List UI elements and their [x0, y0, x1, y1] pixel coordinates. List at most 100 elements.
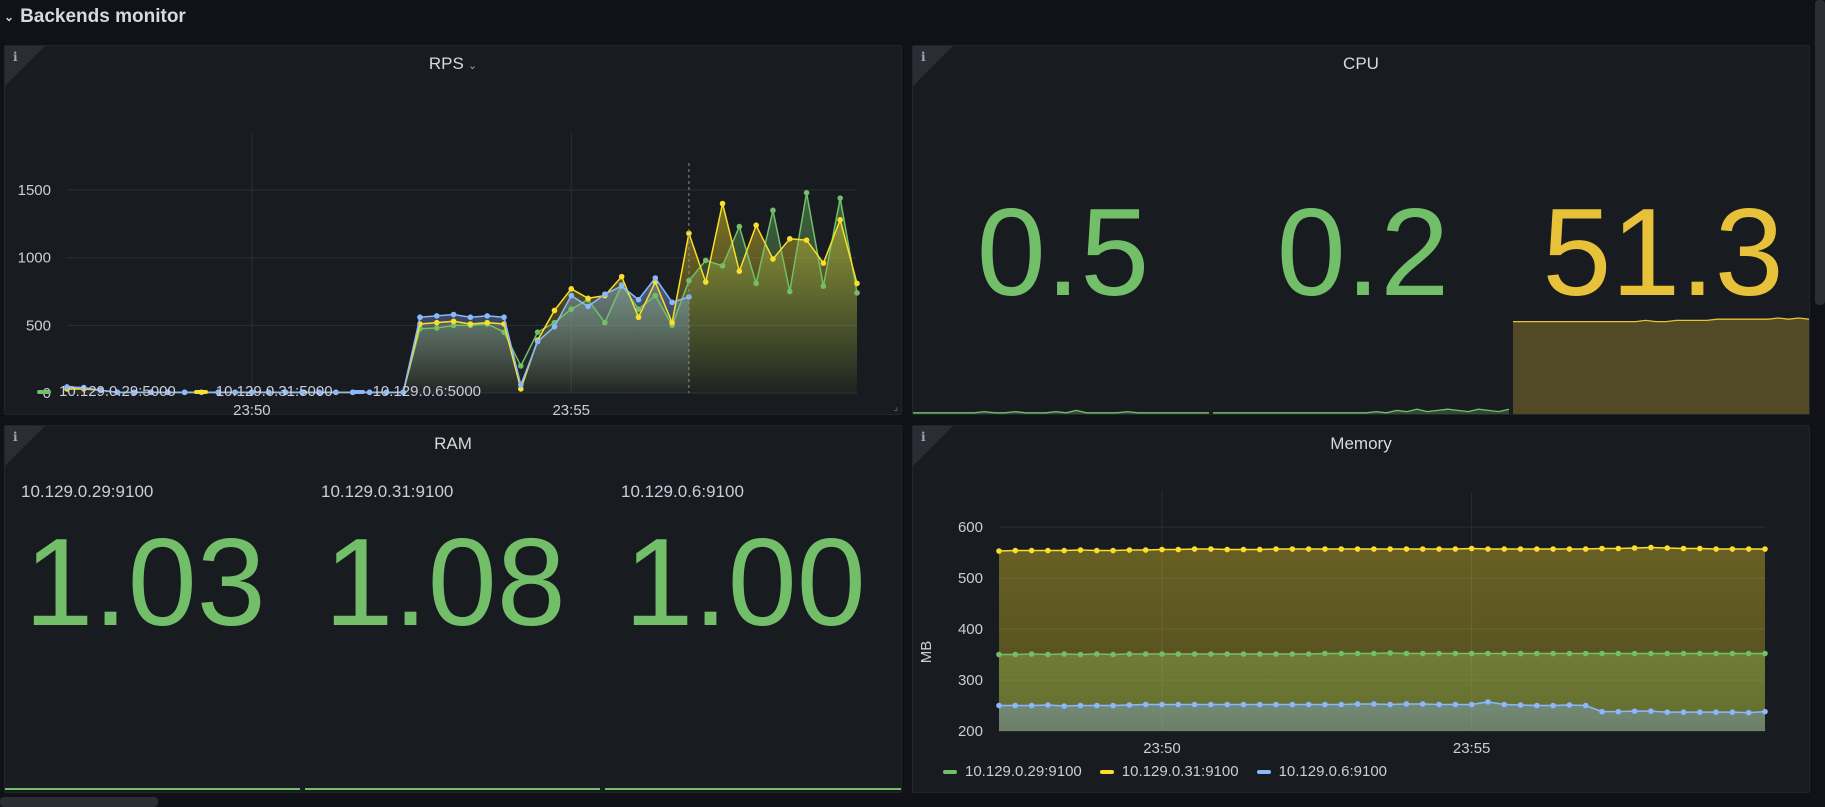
- data-point: [1664, 709, 1671, 715]
- sparkline-line: [913, 409, 1209, 414]
- panel-memory: i Memory 200 300 400 500 600 23:50 23:55 MB 10.…: [912, 425, 1810, 793]
- legend-label: 10.129.0.29:9100: [965, 763, 1082, 780]
- data-point: [1338, 546, 1345, 552]
- data-point: [719, 263, 726, 269]
- vertical-scrollbar[interactable]: [1815, 0, 1825, 305]
- panel-title-ram[interactable]: RAM: [5, 434, 901, 454]
- data-point: [1697, 709, 1703, 715]
- memory-legend: 10.129.0.29:9100 10.129.0.31:9100 10.129…: [943, 763, 1387, 780]
- data-point: [1599, 650, 1605, 657]
- legend-item[interactable]: 10.129.0.6:5000: [350, 383, 481, 400]
- data-point: [1371, 650, 1377, 657]
- data-point: [1126, 651, 1133, 657]
- data-point: [1387, 650, 1393, 656]
- data-point: [996, 702, 1002, 709]
- data-point: [484, 319, 491, 326]
- data-point: [1110, 651, 1116, 658]
- data-point: [702, 257, 709, 264]
- data-point: [1061, 651, 1067, 657]
- data-point: [1517, 650, 1524, 657]
- data-point: [568, 306, 575, 312]
- data-point: [1256, 701, 1263, 708]
- data-point: [1175, 701, 1182, 708]
- data-point: [602, 291, 608, 298]
- data-point: [652, 292, 659, 299]
- legend-item[interactable]: 10.129.0.31:5000: [193, 383, 333, 400]
- data-point: [1745, 546, 1752, 552]
- ram-stat-label: 10.129.0.6:9100: [621, 482, 744, 501]
- data-point: [1289, 546, 1296, 552]
- data-point: [1093, 651, 1100, 657]
- data-point: [1729, 709, 1736, 715]
- chevron-down-icon[interactable]: ⌄: [4, 10, 14, 24]
- data-point: [1713, 546, 1719, 552]
- data-point: [719, 200, 726, 207]
- data-point: [1436, 650, 1442, 657]
- horizontal-scrollbar[interactable]: [0, 797, 158, 807]
- legend-item[interactable]: 10.129.0.31:9100: [1099, 763, 1239, 780]
- data-point: [1713, 650, 1719, 657]
- data-point: [702, 279, 709, 285]
- data-point: [1191, 651, 1198, 657]
- data-point: [1534, 650, 1540, 657]
- data-point: [1371, 701, 1377, 707]
- data-point: [996, 548, 1002, 554]
- ram-stat-value: 1.03: [24, 514, 266, 652]
- data-point: [1208, 546, 1214, 552]
- data-point: [1697, 545, 1703, 552]
- data-point: [585, 303, 591, 310]
- data-point: [1354, 650, 1361, 657]
- data-point: [1501, 546, 1508, 552]
- data-point: [736, 268, 743, 275]
- data-point: [1256, 546, 1263, 553]
- legend-label: 10.129.0.6:9100: [1278, 763, 1387, 780]
- data-point: [820, 283, 827, 289]
- data-point: [1224, 651, 1230, 657]
- data-point: [1028, 651, 1035, 657]
- legend-item[interactable]: 10.129.0.29:5000: [37, 383, 176, 400]
- row-header-backends-monitor[interactable]: ⌄ Backends monitor: [4, 0, 186, 34]
- data-point: [1387, 546, 1393, 552]
- data-point: [1419, 650, 1426, 657]
- data-point: [1729, 650, 1736, 657]
- data-point: [1240, 651, 1247, 657]
- data-point: [1664, 545, 1671, 551]
- data-point: [1208, 701, 1214, 708]
- memory-chart[interactable]: 200 300 400 500 600 23:50 23:55 MB: [913, 468, 1809, 788]
- panel-ram: i RAM 10.129.0.29:9100 10.129.0.31:9100 …: [4, 425, 902, 793]
- data-point: [996, 651, 1002, 658]
- chevron-down-icon[interactable]: ⌄: [468, 60, 477, 72]
- data-point: [1762, 546, 1768, 552]
- data-point: [1240, 546, 1247, 553]
- resize-handle-icon[interactable]: ⌟: [893, 402, 898, 413]
- data-point: [1012, 702, 1019, 709]
- legend-item[interactable]: 10.129.0.6:9100: [1256, 763, 1387, 780]
- panel-title-cpu[interactable]: CPU: [913, 54, 1809, 74]
- data-point: [1615, 708, 1622, 715]
- cpu-value: 51.3: [1542, 184, 1784, 322]
- panel-title-rps[interactable]: RPS ⌄: [5, 54, 901, 74]
- sparkline-area: [1513, 318, 1809, 414]
- data-point: [1648, 544, 1654, 551]
- data-point: [1550, 702, 1556, 709]
- data-point: [1566, 702, 1573, 708]
- legend-item[interactable]: 10.129.0.29:9100: [943, 763, 1082, 780]
- data-point: [1159, 546, 1165, 553]
- data-point: [1338, 650, 1345, 657]
- data-point: [635, 314, 642, 321]
- data-point: [753, 280, 759, 287]
- ram-stat-value: 1.08: [324, 514, 566, 652]
- data-point: [1582, 650, 1589, 657]
- rps-chart[interactable]: 05001000150023:50 23:55: [5, 106, 901, 416]
- y-tick-label: 600: [958, 519, 983, 536]
- data-point: [1224, 546, 1230, 553]
- ram-sparkline: [305, 788, 600, 790]
- data-point: [1631, 650, 1638, 657]
- data-point: [1175, 546, 1182, 553]
- data-point: [551, 307, 558, 314]
- data-point: [1159, 651, 1165, 657]
- panel-title-text: RAM: [434, 434, 472, 453]
- legend-swatch: [193, 389, 208, 394]
- panel-title-memory[interactable]: Memory: [913, 434, 1809, 454]
- data-point: [467, 321, 474, 327]
